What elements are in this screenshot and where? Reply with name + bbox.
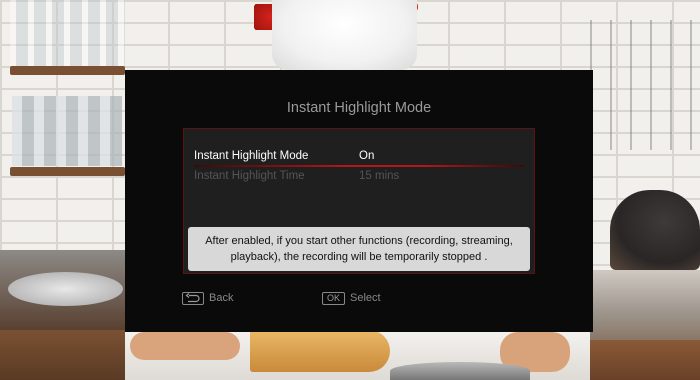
background-person [610,190,700,270]
setting-row-instant-highlight-mode[interactable]: Instant Highlight Mode On [194,150,524,168]
info-message: After enabled, if you start other functi… [188,227,530,271]
selection-highlight [194,165,524,167]
background-chef-hat [272,0,417,70]
setting-value: On [359,150,375,162]
dialog-title: Instant Highlight Mode [286,100,432,116]
ok-key-icon: OK [322,292,345,305]
background-shelf [10,66,125,75]
background-arm [130,332,240,360]
select-label: Select [350,292,381,304]
setting-label: Instant Highlight Mode [194,150,309,162]
setting-label: Instant Highlight Time [194,170,305,182]
background-glass-rack [10,0,125,66]
setting-value: 15 mins [359,170,400,182]
back-arrow-icon [182,292,204,305]
back-label: Back [209,292,234,304]
background-wood [0,330,130,380]
background-bowls [8,272,123,306]
background-pan [390,362,530,380]
background-rack [590,20,700,150]
background-spatula [250,330,390,372]
settings-panel: Instant Highlight Mode On Instant Highli… [183,128,535,274]
background-wood [590,340,700,380]
setting-row-instant-highlight-time[interactable]: Instant Highlight Time 15 mins [194,170,524,188]
background-shelf [10,167,125,176]
background-glasses [12,96,122,166]
instant-highlight-dialog: Instant Highlight Mode Instant Highlight… [125,70,593,332]
